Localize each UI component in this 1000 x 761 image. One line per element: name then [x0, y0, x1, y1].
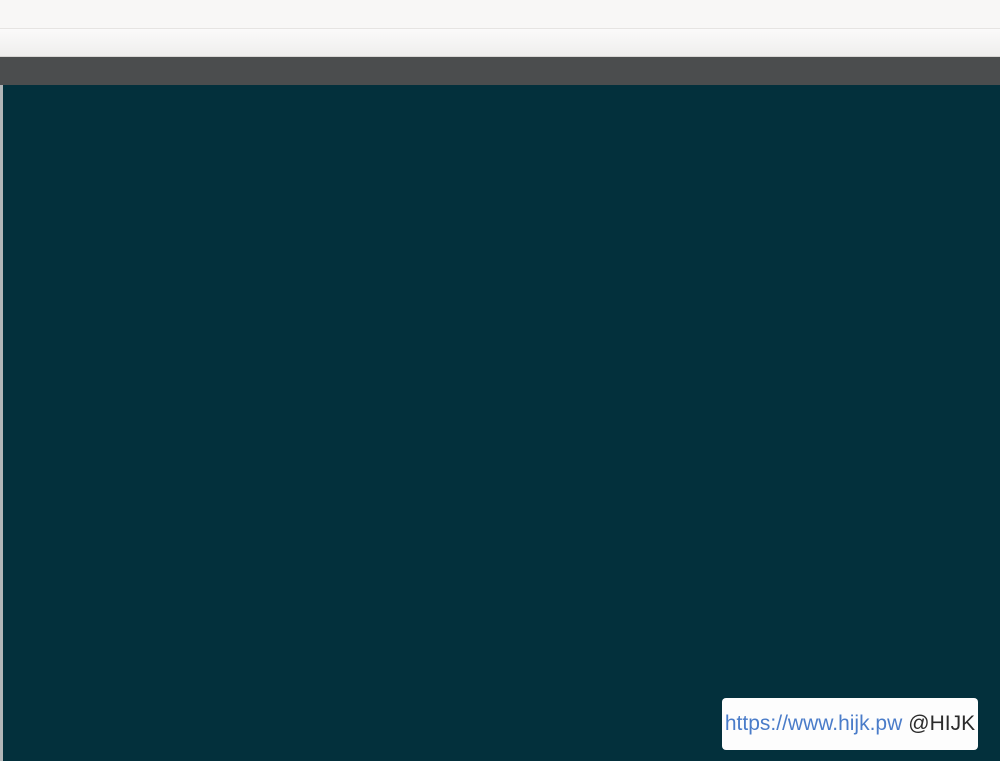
tab-bar: [0, 57, 1000, 85]
watermark: https://www.hijk.pw @HIJK: [722, 698, 978, 750]
watermark-handle: @HIJK: [908, 712, 975, 736]
menu-bar: [0, 0, 1000, 29]
watermark-link: https://www.hijk.pw: [725, 712, 902, 736]
editor[interactable]: https://www.hijk.pw @HIJK: [0, 85, 1000, 761]
toolbar: [0, 29, 1000, 57]
